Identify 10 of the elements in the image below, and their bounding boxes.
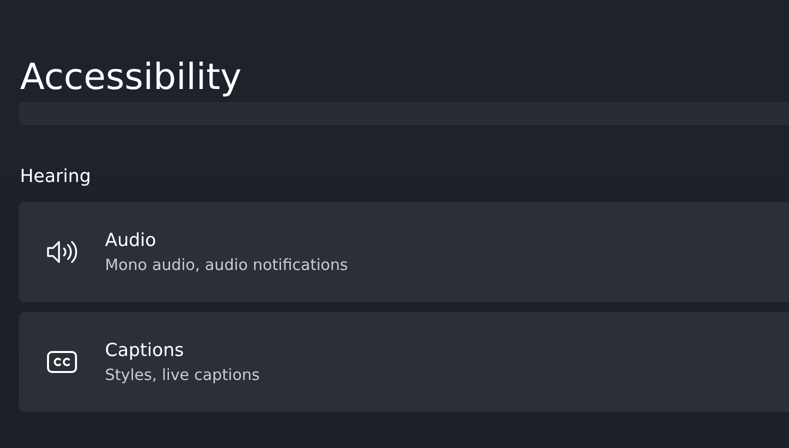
settings-card[interactable]: Captions Styles, live captions [19, 312, 789, 412]
setting-title: Audio [105, 229, 158, 253]
setting-title: Captions [105, 339, 185, 363]
page-title: Accessibility [20, 56, 243, 100]
section-heading: Hearing [20, 165, 92, 189]
speaker-icon [46, 239, 78, 265]
captions-icon [46, 349, 78, 375]
setting-description: Styles, live captions [105, 365, 260, 385]
settings-card[interactable]: Audio Mono audio, audio notifications [19, 202, 789, 302]
setting-description: Mono audio, audio notifications [105, 255, 348, 275]
